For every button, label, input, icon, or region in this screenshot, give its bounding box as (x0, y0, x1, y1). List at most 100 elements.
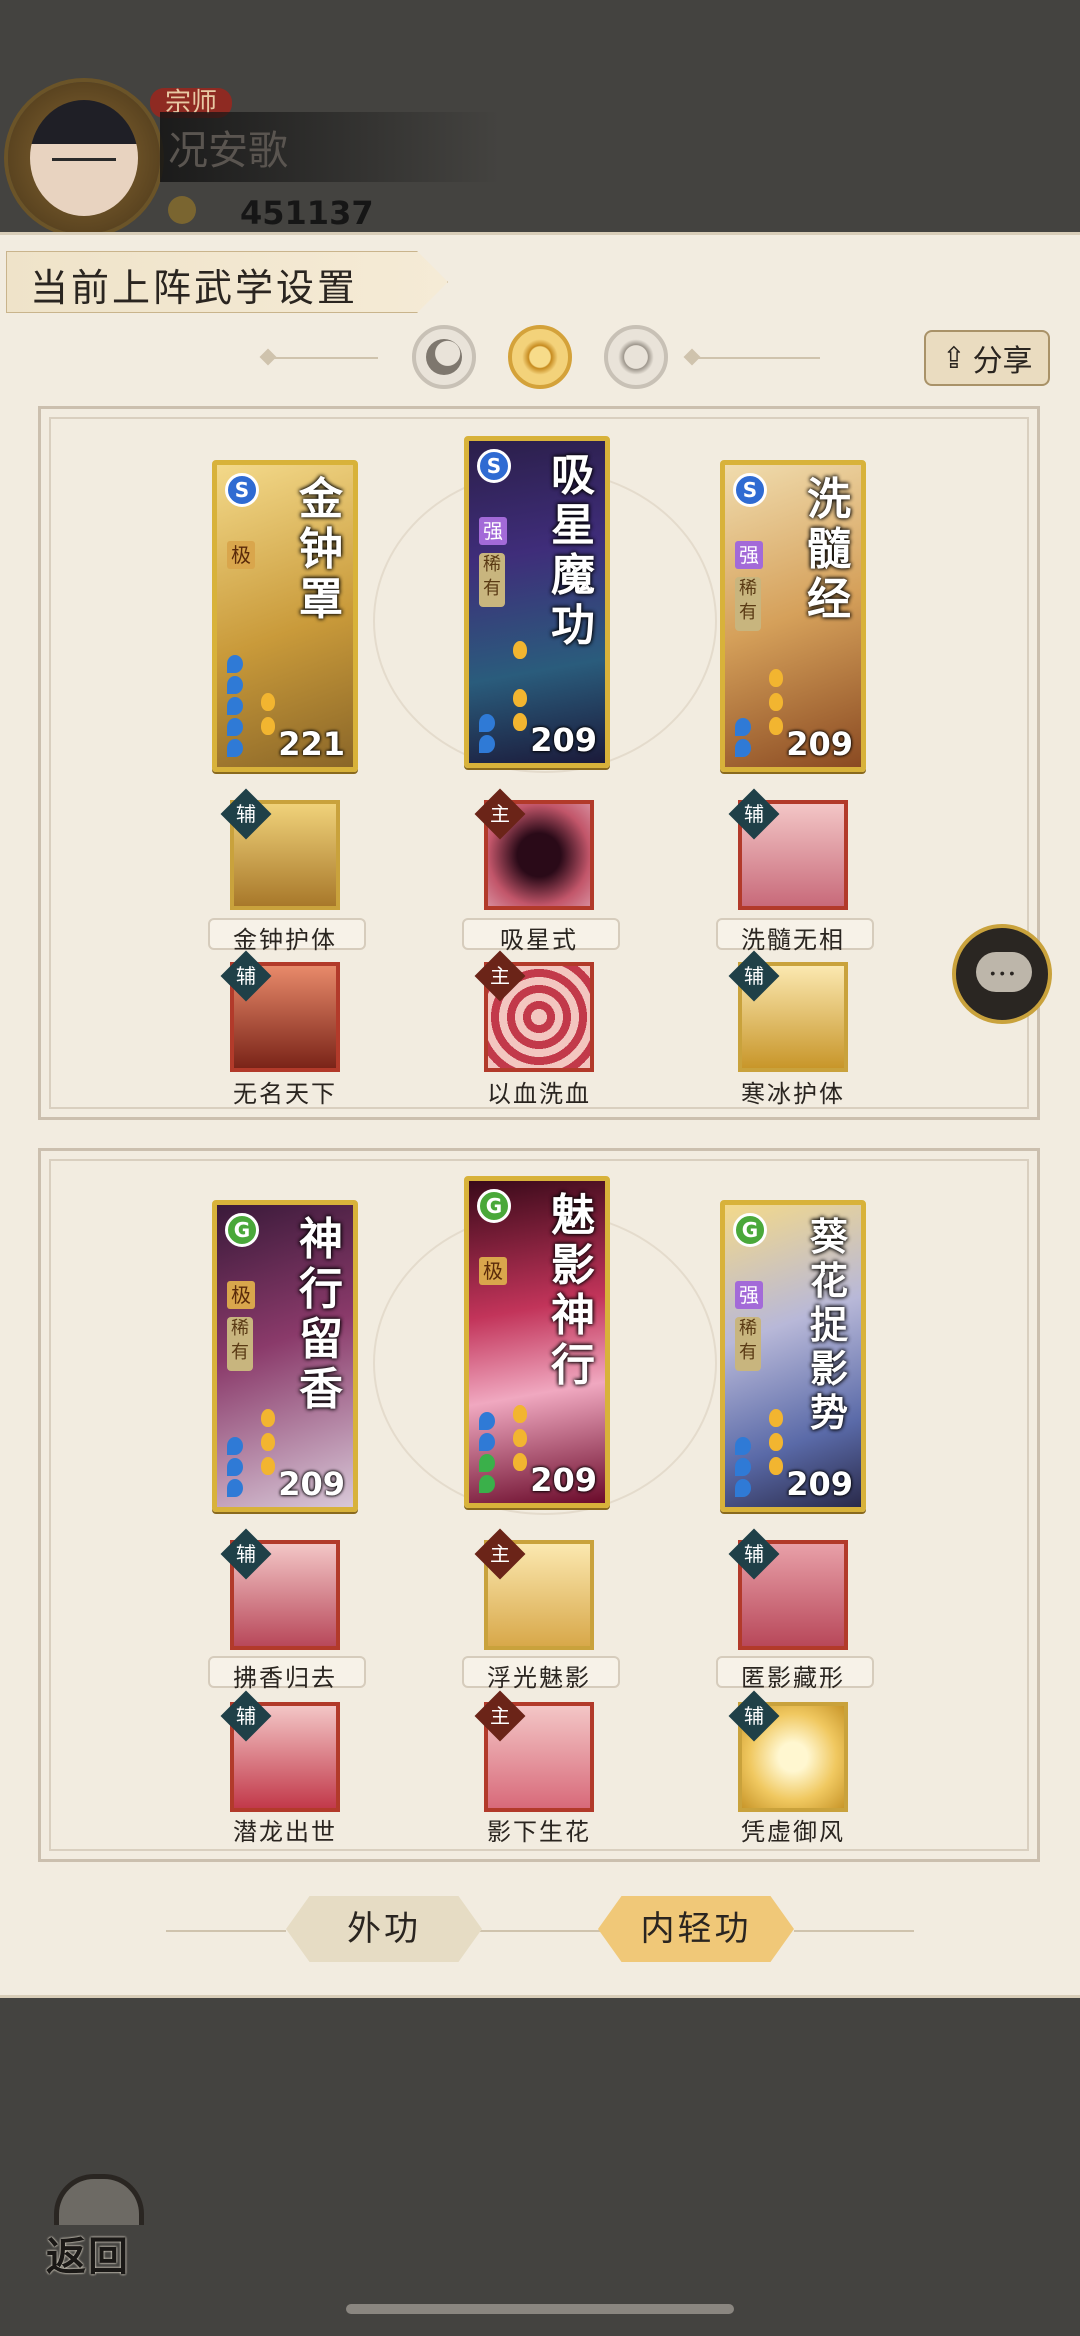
card-level: 221 (278, 725, 345, 763)
grade-badge: 极 (479, 1257, 507, 1285)
grade-badge: 强 (735, 1281, 763, 1309)
skill-card-meiyingshenxing[interactable]: G 极 魅影神行 209 (464, 1176, 610, 1508)
rare-badge: 稀有 (227, 1317, 253, 1371)
skill-yingxiashenghua[interactable]: 主 (474, 1690, 594, 1812)
tab-divider-right (794, 1930, 914, 1932)
type-icon: G (225, 1213, 259, 1247)
grade-badge: 极 (227, 541, 255, 569)
skill-jinzhonghuti[interactable]: 辅 (220, 788, 340, 910)
flame-icon (513, 1453, 527, 1471)
skill-card-jinzhongzhao[interactable]: S 极 金钟罩 221 (212, 460, 358, 772)
ring-tier-button[interactable] (604, 325, 668, 389)
flame-icon (513, 1429, 527, 1447)
share-icon: ⇪ (941, 340, 967, 376)
skill-name: 浮光魅影 (487, 1664, 591, 1692)
flame-icon (261, 1457, 275, 1475)
type-icon: G (477, 1189, 511, 1223)
avatar-portrait (30, 100, 138, 216)
share-label: 分享 (972, 344, 1033, 379)
tab-inner-movement-skills[interactable]: 内轻功 (598, 1896, 794, 1962)
moon-icon (426, 339, 462, 375)
divider-left (266, 357, 378, 359)
tab-divider-left (166, 1930, 286, 1932)
card-title: 葵花捉影势 (809, 1214, 848, 1435)
power-value: 451137 (240, 194, 374, 232)
pip-stack (735, 715, 757, 757)
tab-outer-skills[interactable]: 外功 (286, 1896, 482, 1962)
skill-niyingcangxing[interactable]: 辅 (728, 1528, 848, 1650)
skill-name: 金钟护体 (233, 926, 337, 954)
skill-pingxuyufeng[interactable]: 辅 (728, 1690, 848, 1812)
type-icon: S (225, 473, 259, 507)
skill-card-xisuijing[interactable]: S 强 稀有 洗髓经 209 (720, 460, 866, 772)
skill-name: 寒冰护体 (741, 1080, 845, 1108)
card-title: 金钟罩 (299, 474, 343, 625)
moon-tier-button[interactable] (412, 325, 476, 389)
skill-xixingshi[interactable]: 主 (474, 788, 594, 910)
skill-xisuiwuxiang[interactable]: 辅 (728, 788, 848, 910)
skill-fuguangmeiying[interactable]: 主 (474, 1528, 594, 1650)
chat-bubble-icon (976, 952, 1032, 992)
flame-icon (769, 1433, 783, 1451)
skill-wumingtianxia[interactable]: 辅 (220, 950, 340, 1072)
rare-badge: 稀有 (735, 577, 761, 631)
card-title: 魅影神行 (551, 1190, 595, 1391)
type-icon: S (733, 473, 767, 507)
skill-name: 影下生花 (487, 1818, 591, 1846)
flame-icon (261, 1433, 275, 1451)
grade-badge: 强 (735, 541, 763, 569)
skill-qianlongchushi[interactable]: 辅 (220, 1690, 340, 1812)
sun-icon (522, 339, 558, 375)
home-indicator[interactable] (346, 2304, 734, 2314)
pip-stack (735, 1434, 757, 1497)
back-button[interactable]: 返回 (40, 2168, 160, 2280)
card-level: 209 (786, 1465, 853, 1503)
divider-dot-left (259, 348, 277, 366)
flame-icon (769, 669, 783, 687)
flame-icon (769, 693, 783, 711)
pip-stack (227, 1434, 249, 1497)
flame-icon (769, 1409, 783, 1427)
skill-hanbinghuti[interactable]: 辅 (728, 950, 848, 1072)
chat-button[interactable] (952, 924, 1052, 1024)
player-avatar[interactable] (8, 82, 160, 234)
pip-stack (479, 711, 501, 753)
card-title: 洗髓经 (807, 474, 851, 625)
back-arrow-icon (54, 2174, 144, 2225)
skill-card-xixingmogong[interactable]: S 强 稀有 吸星魔功 209 (464, 436, 610, 768)
pip-stack (227, 652, 249, 757)
skill-card-shenxingliuxiang[interactable]: G 极 稀有 神行留香 209 (212, 1200, 358, 1512)
flame-icon (513, 641, 527, 659)
ring-icon (618, 339, 654, 375)
card-level: 209 (530, 721, 597, 759)
skill-fuxiangguiqu[interactable]: 辅 (220, 1528, 340, 1650)
skill-name: 拂香归去 (233, 1664, 337, 1692)
skill-card-kuihuazhuoyingshi[interactable]: G 强 稀有 葵花捉影势 209 (720, 1200, 866, 1512)
panel-title: 当前上阵武学设置 (30, 266, 359, 310)
tab-divider-center (480, 1930, 600, 1932)
grade-badge: 极 (227, 1281, 255, 1309)
sun-tier-button[interactable] (508, 325, 572, 389)
skill-yixuexixue[interactable]: 主 (474, 950, 594, 1072)
flame-icon (261, 693, 275, 711)
skill-name: 匿影藏形 (741, 1664, 845, 1692)
share-button[interactable]: ⇪ 分享 (924, 330, 1050, 386)
card-title: 吸星魔功 (551, 450, 595, 651)
skill-name: 无名天下 (233, 1080, 337, 1108)
card-title: 神行留香 (299, 1214, 343, 1415)
skill-name: 凭虚御风 (741, 1818, 845, 1846)
grade-badge: 强 (479, 517, 507, 545)
skill-name: 洗髓无相 (741, 926, 845, 954)
skill-name: 以血洗血 (487, 1080, 591, 1108)
flame-icon (769, 717, 783, 735)
flame-icon (769, 1457, 783, 1475)
flame-icon (513, 689, 527, 707)
player-name: 况安歌 (168, 128, 288, 174)
flame-icon (261, 1409, 275, 1427)
rare-badge: 稀有 (735, 1317, 761, 1371)
type-icon: G (733, 1213, 767, 1247)
pip-stack (479, 1409, 501, 1493)
skill-name: 潜龙出世 (233, 1818, 337, 1846)
card-level: 209 (786, 725, 853, 763)
flame-icon (513, 1405, 527, 1423)
